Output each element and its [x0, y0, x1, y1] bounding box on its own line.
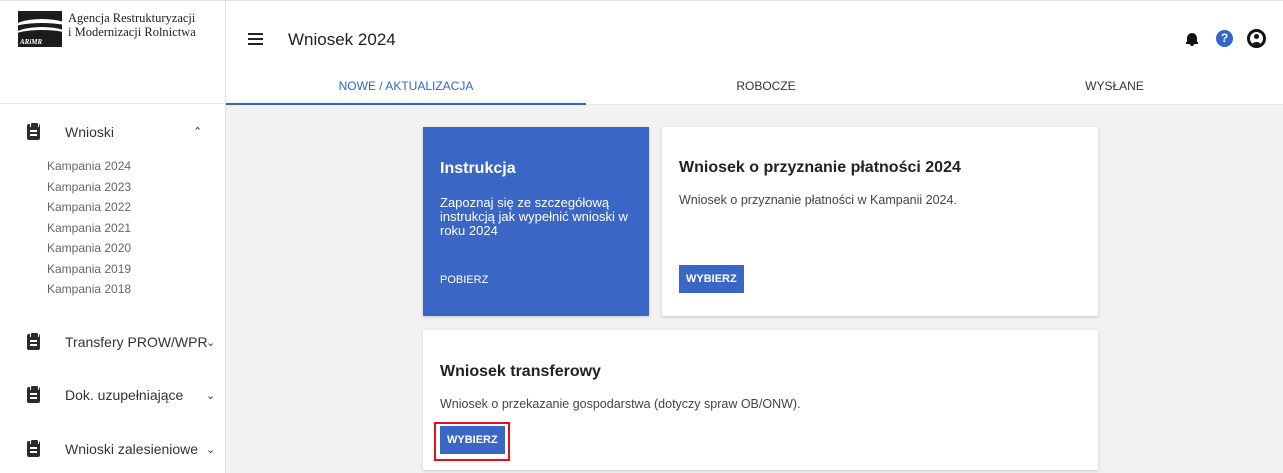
sidebar-item-kampania-2023[interactable]: Kampania 2023: [0, 177, 226, 198]
instruction-title: Instrukcja: [440, 160, 516, 177]
nav-label: Wnioski: [65, 124, 115, 140]
arimr-logo[interactable]: ARiMR Agencja Restrukturyzacji i Moderni…: [18, 11, 196, 47]
instruction-card: Instrukcja Zapoznaj się ze szczegółową i…: [423, 127, 649, 316]
payment-card-description: Wniosek o przyznanie płatności w Kampani…: [679, 193, 957, 207]
sidebar-divider: [0, 103, 226, 104]
chevron-up-icon: ⌃: [193, 126, 203, 138]
nav-head-transfery[interactable]: Transfery PROW/WPR ⌄: [0, 330, 226, 354]
page-title: Wniosek 2024: [288, 30, 396, 49]
top-header: Wniosek 2024 ? NOWE / AKTUALIZACJA ROBOC…: [226, 0, 1283, 105]
nav-group-wnioski: Wnioski ⌃ Kampania 2024 Kampania 2023 Ka…: [0, 120, 226, 300]
nav-label: Dok. uzupełniające: [65, 387, 184, 403]
payment-card-title: Wniosek o przyznanie płatności 2024: [679, 159, 961, 176]
logo-line1: Agencja Restrukturyzacji: [68, 11, 196, 25]
nav-group-dok-uzupelniajace: Dok. uzupełniające ⌄: [0, 383, 226, 407]
logo-abbr: ARiMR: [20, 38, 43, 46]
user-icon[interactable]: [1247, 29, 1266, 48]
nav-label: Wnioski zalesieniowe: [65, 441, 199, 457]
tab-bar: NOWE / AKTUALIZACJA ROBOCZE WYSŁANE: [226, 75, 1283, 105]
sidebar: ARiMR Agencja Restrukturyzacji i Moderni…: [0, 0, 226, 473]
nav-label: Transfery PROW/WPR: [65, 334, 208, 350]
clipboard-icon: [27, 332, 40, 350]
chevron-down-icon: ⌄: [206, 444, 216, 456]
help-icon[interactable]: ?: [1216, 30, 1233, 47]
campaign-list: Kampania 2024 Kampania 2023 Kampania 202…: [0, 156, 226, 300]
nav-head-dok-uzupelniajace[interactable]: Dok. uzupełniające ⌄: [0, 383, 226, 407]
logo-mark: ARiMR: [18, 11, 62, 47]
select-payment-button[interactable]: WYBIERZ: [679, 265, 744, 293]
nav-group-transfery: Transfery PROW/WPR ⌄: [0, 330, 226, 354]
sidebar-item-kampania-2024[interactable]: Kampania 2024: [0, 156, 226, 177]
chevron-down-icon: ⌄: [206, 390, 216, 402]
sidebar-item-kampania-2019[interactable]: Kampania 2019: [0, 259, 226, 280]
transfer-application-card: Wniosek transferowy Wniosek o przekazani…: [423, 330, 1098, 470]
clipboard-icon: [27, 385, 40, 403]
sidebar-item-kampania-2018[interactable]: Kampania 2018: [0, 279, 226, 300]
tab-robocze[interactable]: ROBOCZE: [586, 75, 946, 105]
highlight-annotation: [434, 422, 510, 461]
sidebar-item-kampania-2022[interactable]: Kampania 2022: [0, 197, 226, 218]
download-link[interactable]: POBIERZ: [440, 274, 488, 286]
sidebar-item-kampania-2020[interactable]: Kampania 2020: [0, 238, 226, 259]
transfer-card-description: Wniosek o przekazanie gospodarstwa (doty…: [440, 397, 801, 411]
nav-head-wnioski[interactable]: Wnioski ⌃: [0, 120, 226, 144]
clipboard-icon: [27, 439, 40, 457]
tab-nowe-aktualizacja[interactable]: NOWE / AKTUALIZACJA: [226, 75, 586, 105]
nav-group-zalesieniowe: Wnioski zalesieniowe ⌄: [0, 437, 226, 461]
nav-head-zalesieniowe[interactable]: Wnioski zalesieniowe ⌄: [0, 437, 226, 461]
hamburger-icon[interactable]: [248, 33, 263, 45]
logo-line2: i Modernizacji Rolnictwa: [68, 25, 196, 39]
payment-application-card: Wniosek o przyznanie płatności 2024 Wnio…: [662, 127, 1098, 316]
tab-wyslane[interactable]: WYSŁANE: [946, 75, 1283, 105]
logo-text: Agencja Restrukturyzacji i Modernizacji …: [68, 11, 196, 39]
bell-icon[interactable]: [1186, 32, 1198, 46]
sidebar-item-kampania-2021[interactable]: Kampania 2021: [0, 218, 226, 239]
transfer-card-title: Wniosek transferowy: [440, 363, 601, 380]
clipboard-icon: [27, 122, 40, 140]
instruction-description: Zapoznaj się ze szczegółową instrukcją j…: [440, 195, 628, 238]
chevron-down-icon: ⌄: [206, 337, 216, 349]
